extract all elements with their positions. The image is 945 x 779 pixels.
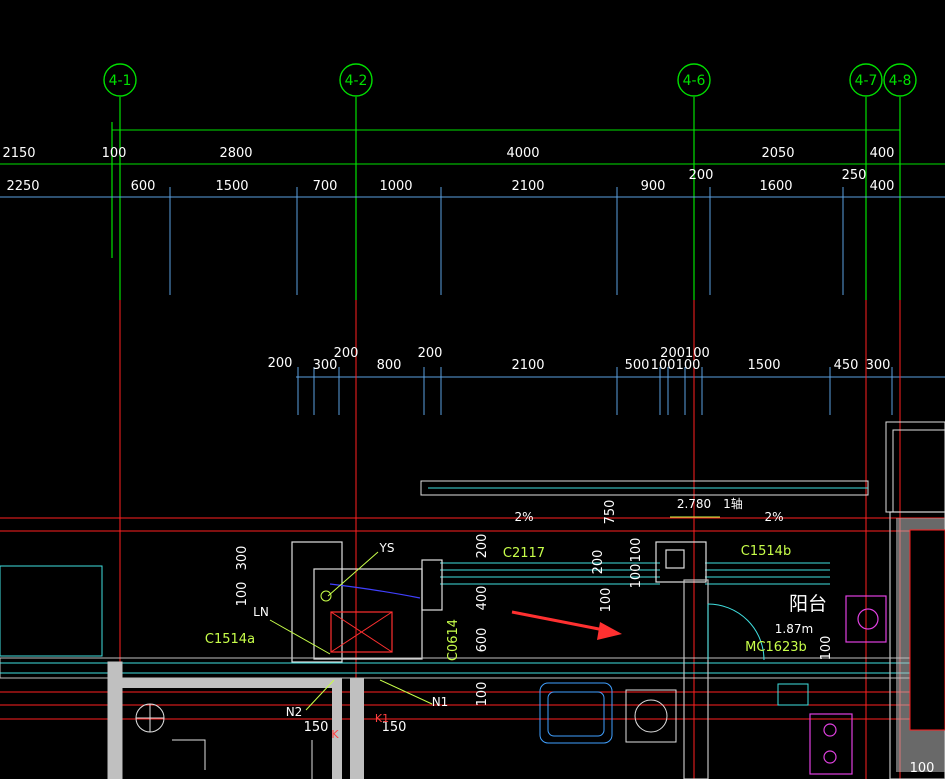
dim-label: 100 <box>910 761 935 776</box>
dim-label: 450 <box>834 358 859 373</box>
dim-label: 2250 <box>6 179 39 194</box>
dim-label: 100 <box>102 146 127 161</box>
door-mc-label: MC1623b <box>745 640 807 655</box>
dim-label: 2100 <box>511 358 544 373</box>
dim-label: 250 <box>842 168 867 183</box>
axis-lines <box>111 97 901 300</box>
slope-left-label: 2% <box>514 510 533 524</box>
dim-label: 100 <box>235 582 250 607</box>
dim-label: 500 <box>625 358 650 373</box>
axis-bubble-4-6[interactable]: 4-6 <box>677 63 711 97</box>
axis-label: 4-1 <box>109 73 132 89</box>
dim-label: 300 <box>866 358 891 373</box>
ln-label: LN <box>253 605 269 619</box>
k1-label: K1 <box>375 712 389 725</box>
dim-label: 100 <box>629 564 644 589</box>
axis-bubble-4-7[interactable]: 4-7 <box>849 63 883 97</box>
dim-label: 200 <box>334 346 359 361</box>
dim-label: 400 <box>870 179 895 194</box>
n2-label: N2 <box>286 705 303 719</box>
red-arrow[interactable] <box>511 610 622 640</box>
dim-label: 200 <box>418 346 443 361</box>
slope-right-label: 2% <box>764 510 783 524</box>
window-c1514b-label: C1514b <box>741 544 791 559</box>
dim-label: 200 <box>475 534 490 559</box>
dimensions-row-2: 2250 600 1500 700 1000 2100 900 200 1600… <box>6 168 894 194</box>
dim-label: 400 <box>870 146 895 161</box>
dim-label: 100 <box>819 636 834 661</box>
axis-label: 4-8 <box>889 73 912 89</box>
window-c2117-label: C2117 <box>503 546 545 561</box>
dimensions-row-1: 2150 100 2800 4000 2050 400 <box>2 146 894 161</box>
balcony-label: 阳台 <box>789 593 827 615</box>
dim-label: 200 <box>591 550 606 575</box>
axis-label: 4-2 <box>345 73 368 89</box>
dim-label: 2150 <box>2 146 35 161</box>
dim-label: 200100 <box>660 346 710 361</box>
dim-label: 800 <box>377 358 402 373</box>
balcony-elevation-label: 1.87m <box>775 622 813 636</box>
elevation-label: 2.780 <box>677 497 711 511</box>
axis-label: 4-6 <box>683 73 706 89</box>
dim-label: 1000 <box>379 179 412 194</box>
dim-label: 1600 <box>759 179 792 194</box>
axis-label: 4-7 <box>855 73 878 89</box>
dim-label: 2050 <box>761 146 794 161</box>
axis-ref-label: 1轴 <box>723 496 743 511</box>
window-c1514a-label: C1514a <box>205 632 255 647</box>
dim-label: 300 <box>235 546 250 571</box>
dim-label: 2100 <box>511 179 544 194</box>
dim-label: 900 <box>641 179 666 194</box>
dim-label: 200 <box>689 168 714 183</box>
annotations: 2% 2% 2.780 1轴 C2117 C1514b C1514a C0614… <box>205 496 827 741</box>
dim-label: 400 <box>475 586 490 611</box>
dim-label: 150 <box>304 720 329 735</box>
axis-bubble-4-2[interactable]: 4-2 <box>339 63 373 97</box>
window-c0614-label: C0614 <box>446 619 461 661</box>
dim-label: 4000 <box>506 146 539 161</box>
dim-label: 100 <box>599 588 614 613</box>
dim-label: 2800 <box>219 146 252 161</box>
dim-label: 750 <box>603 500 618 525</box>
dim-label: 1500 <box>747 358 780 373</box>
dim-label: 700 <box>313 179 338 194</box>
dim-label: 600 <box>131 179 156 194</box>
dim-label: 1500 <box>215 179 248 194</box>
n1-label: N1 <box>432 695 449 709</box>
ys-label: YS <box>379 541 395 555</box>
k-label: K <box>331 728 339 741</box>
cad-drawing-canvas[interactable]: 4-1 4-2 4-6 4-7 4-8 2150 100 2800 4000 2… <box>0 0 945 779</box>
dim-label: 100 <box>475 682 490 707</box>
dim-label: 100 <box>629 538 644 563</box>
dimension-lines <box>0 129 945 415</box>
dim-label: 200 <box>268 356 293 371</box>
axis-bubble-4-1[interactable]: 4-1 <box>103 63 137 97</box>
dim-label: 600 <box>475 628 490 653</box>
dimensions-row-3: 200 300 200 800 200 2100 500 100 100 200… <box>268 346 891 373</box>
axis-bubble-4-8[interactable]: 4-8 <box>883 63 917 97</box>
